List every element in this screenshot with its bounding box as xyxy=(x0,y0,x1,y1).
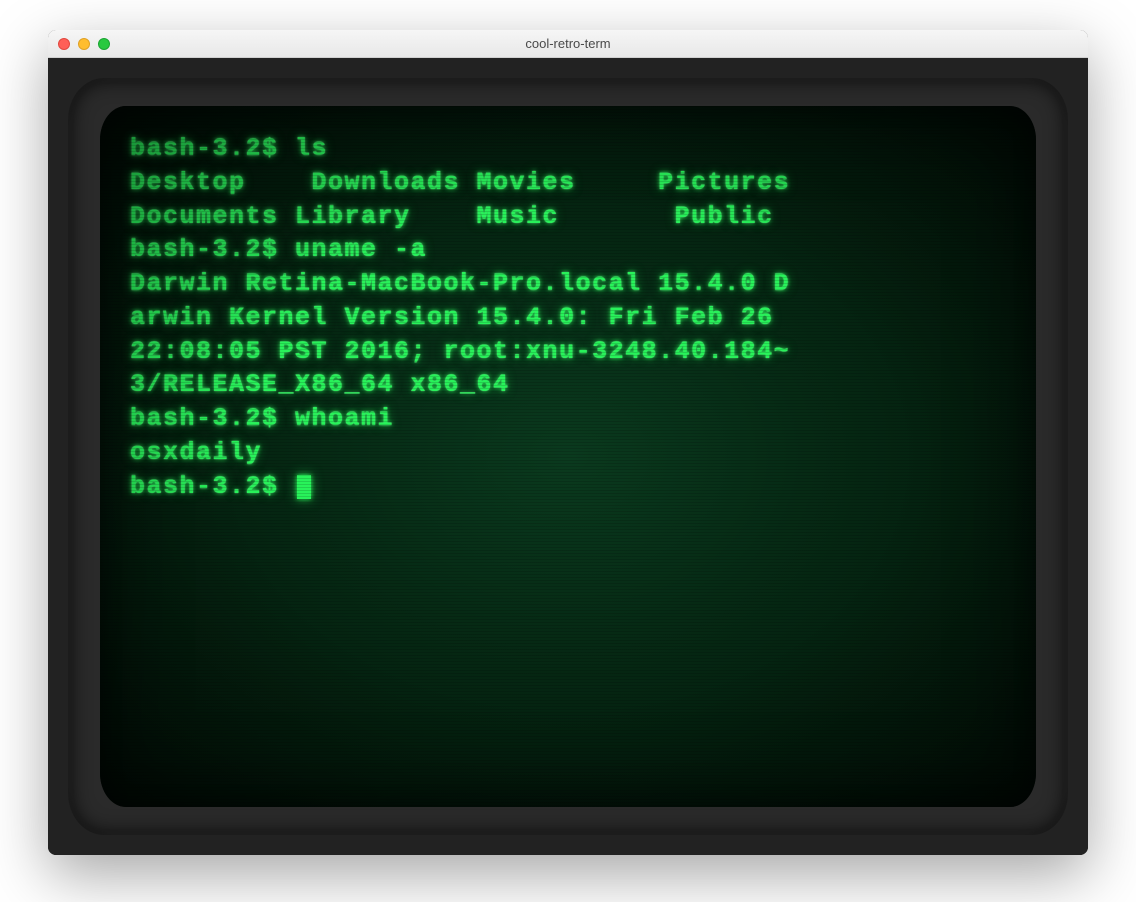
terminal-prompt: bash-3.2$ xyxy=(130,472,295,501)
terminal-prompt-line: bash-3.2$ xyxy=(130,470,1006,504)
fullscreen-icon[interactable] xyxy=(98,38,110,50)
terminal-line: arwin Kernel Version 15.4.0: Fri Feb 26 xyxy=(130,301,1006,335)
terminal-line: Desktop Downloads Movies Pictures xyxy=(130,166,1006,200)
window-title: cool-retro-term xyxy=(525,36,610,51)
titlebar[interactable]: cool-retro-term xyxy=(48,30,1088,58)
terminal-line: Documents Library Music Public xyxy=(130,200,1006,234)
close-icon[interactable] xyxy=(58,38,70,50)
app-window: cool-retro-term bash-3.2$ lsDesktop Down… xyxy=(48,30,1088,855)
crt-screen[interactable]: bash-3.2$ lsDesktop Downloads Movies Pic… xyxy=(100,106,1036,807)
terminal-line: bash-3.2$ uname -a xyxy=(130,233,1006,267)
cursor-block-icon xyxy=(297,475,311,499)
terminal-line: 3/RELEASE_X86_64 x86_64 xyxy=(130,368,1006,402)
minimize-icon[interactable] xyxy=(78,38,90,50)
crt-bezel: bash-3.2$ lsDesktop Downloads Movies Pic… xyxy=(68,78,1068,835)
terminal-line: osxdaily xyxy=(130,436,1006,470)
terminal-line: bash-3.2$ ls xyxy=(130,132,1006,166)
terminal-line: 22:08:05 PST 2016; root:xnu-3248.40.184~ xyxy=(130,335,1006,369)
terminal-body: bash-3.2$ lsDesktop Downloads Movies Pic… xyxy=(48,58,1088,855)
terminal-line: Darwin Retina-MacBook-Pro.local 15.4.0 D xyxy=(130,267,1006,301)
terminal-line: bash-3.2$ whoami xyxy=(130,402,1006,436)
terminal-content[interactable]: bash-3.2$ lsDesktop Downloads Movies Pic… xyxy=(100,106,1036,529)
traffic-lights xyxy=(58,38,110,50)
